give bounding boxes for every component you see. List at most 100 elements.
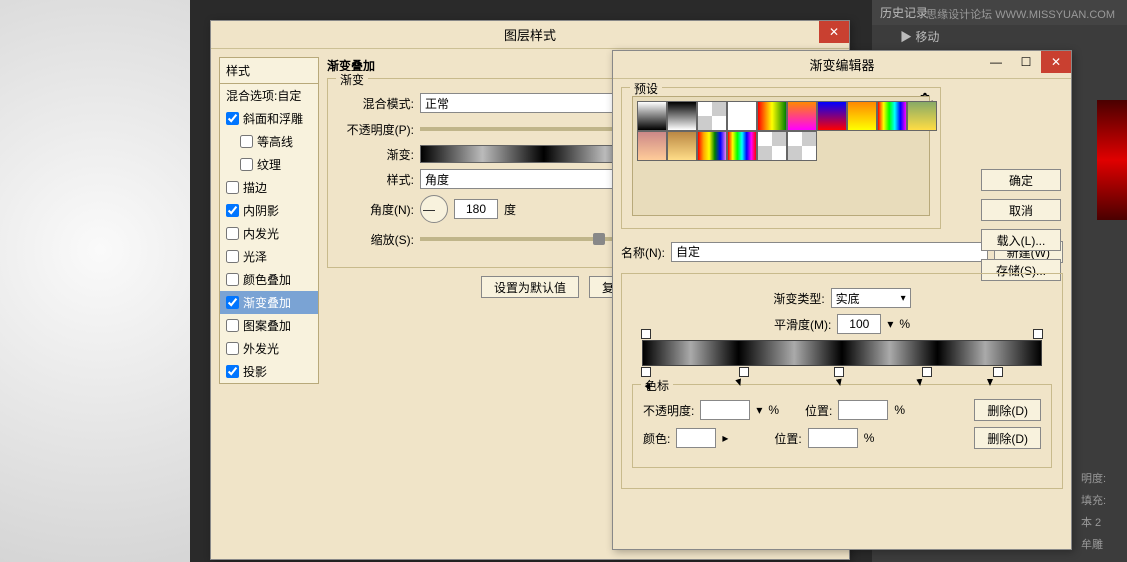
angle-dial[interactable]	[420, 195, 448, 223]
preset-swatch[interactable]	[817, 101, 847, 131]
gradient-editor-dialog: 渐变编辑器 — ☐ ✕ 预设 ✿. 确定 取消 载入(L)... 存储(S)..…	[612, 50, 1072, 550]
maximize-button[interactable]: ☐	[1011, 51, 1041, 73]
style-checkbox[interactable]	[226, 273, 239, 286]
color-stop[interactable]	[922, 367, 932, 377]
preset-swatch[interactable]	[847, 101, 877, 131]
stop-pos-value[interactable]	[838, 400, 888, 420]
preset-swatch[interactable]	[697, 101, 727, 131]
angle-unit: 度	[504, 201, 516, 218]
close-button[interactable]: ✕	[819, 21, 849, 43]
ok-button[interactable]: 确定	[981, 169, 1061, 191]
style-checkbox[interactable]	[226, 250, 239, 263]
pct: %	[894, 403, 905, 417]
style-checkbox[interactable]	[226, 296, 239, 309]
presets-label: 预设	[630, 80, 662, 97]
stop-pos-value[interactable]	[808, 428, 858, 448]
delete-stop-button[interactable]: 删除(D)	[974, 399, 1041, 421]
group-title: 渐变	[336, 71, 368, 88]
style-item-渐变叠加[interactable]: 渐变叠加	[220, 291, 318, 314]
blend-mode-label: 混合模式:	[338, 95, 414, 112]
scale-label: 缩放(S):	[338, 231, 414, 248]
preset-swatch[interactable]	[637, 101, 667, 131]
pos-label: 位置:	[774, 430, 801, 447]
smooth-unit: %	[899, 317, 910, 331]
name-input[interactable]: 自定	[671, 242, 988, 262]
style-checkbox[interactable]	[226, 342, 239, 355]
effect-name: 牟雕	[1081, 536, 1123, 552]
style-item-图案叠加[interactable]: 图案叠加	[220, 314, 318, 337]
style-item-描边[interactable]: 描边	[220, 176, 318, 199]
color-stop[interactable]	[993, 367, 1003, 377]
type-combo[interactable]: 实底	[831, 288, 911, 308]
load-button[interactable]: 载入(L)...	[981, 229, 1061, 251]
preset-swatch[interactable]	[877, 101, 907, 131]
style-checkbox[interactable]	[226, 365, 239, 378]
preset-swatch[interactable]	[637, 131, 667, 161]
gradient-bar[interactable]	[642, 340, 1042, 366]
canvas-area	[0, 0, 190, 562]
pos-label: 位置:	[805, 402, 832, 419]
preset-swatch[interactable]	[787, 101, 817, 131]
history-item[interactable]: ▶ 移动	[872, 25, 1127, 48]
set-default-button[interactable]: 设置为默认值	[481, 276, 579, 298]
minimize-button[interactable]: —	[981, 51, 1011, 73]
opacity-label: 不透明度(P):	[338, 121, 414, 138]
style-item-投影[interactable]: 投影	[220, 360, 318, 383]
style-label: 样式:	[338, 171, 414, 188]
color-swatch-strip	[1097, 100, 1127, 220]
smooth-value[interactable]: 100	[837, 314, 881, 334]
preset-swatch[interactable]	[757, 131, 787, 161]
style-item-纹理[interactable]: 纹理	[220, 153, 318, 176]
pct: %	[864, 431, 875, 445]
color-stop[interactable]	[641, 367, 651, 377]
color-stop[interactable]	[739, 367, 749, 377]
style-item-内发光[interactable]: 内发光	[220, 222, 318, 245]
preset-swatch[interactable]	[697, 131, 727, 161]
style-item-外发光[interactable]: 外发光	[220, 337, 318, 360]
preset-swatch[interactable]	[667, 131, 697, 161]
styles-list: 样式 混合选项:自定 斜面和浮雕等高线纹理描边内阴影内发光光泽颜色叠加渐变叠加图…	[219, 57, 319, 384]
stops-title: 色标	[641, 377, 673, 394]
style-item-内阴影[interactable]: 内阴影	[220, 199, 318, 222]
titlebar[interactable]: 渐变编辑器 — ☐ ✕	[613, 51, 1071, 79]
titlebar[interactable]: 图层样式 ✕	[211, 21, 849, 49]
fill-label: 填充:	[1081, 492, 1123, 508]
style-item-光泽[interactable]: 光泽	[220, 245, 318, 268]
angle-value[interactable]: 180	[454, 199, 498, 219]
style-checkbox[interactable]	[226, 227, 239, 240]
stop-opacity-value[interactable]	[700, 400, 750, 420]
smooth-dropdown-icon[interactable]: ▾	[887, 317, 893, 331]
preset-swatch[interactable]	[727, 101, 757, 131]
stop-color-swatch[interactable]	[676, 428, 716, 448]
style-checkbox[interactable]	[226, 112, 239, 125]
color-stop[interactable]	[834, 367, 844, 377]
dialog-title: 图层样式	[504, 25, 556, 44]
style-checkbox[interactable]	[226, 181, 239, 194]
style-checkbox[interactable]	[240, 135, 253, 148]
watermark: 思缘设计论坛 WWW.MISSYUAN.COM	[926, 6, 1115, 22]
dialog-title: 渐变编辑器	[809, 55, 874, 74]
layer-name[interactable]: 本 2	[1081, 514, 1123, 530]
style-checkbox[interactable]	[226, 204, 239, 217]
gradient-label: 渐变:	[338, 146, 414, 163]
type-label: 渐变类型:	[773, 290, 824, 307]
opacity-stop[interactable]	[1033, 329, 1043, 339]
style-checkbox[interactable]	[240, 158, 253, 171]
preset-swatch[interactable]	[907, 101, 937, 131]
opacity-stop[interactable]	[641, 329, 651, 339]
close-button[interactable]: ✕	[1041, 51, 1071, 73]
style-item-颜色叠加[interactable]: 颜色叠加	[220, 268, 318, 291]
presets-area	[632, 96, 930, 216]
preset-swatch[interactable]	[667, 101, 697, 131]
blend-options[interactable]: 混合选项:自定	[220, 84, 318, 107]
name-label: 名称(N):	[621, 244, 665, 261]
preset-swatch[interactable]	[727, 131, 757, 161]
style-checkbox[interactable]	[226, 319, 239, 332]
style-item-斜面和浮雕[interactable]: 斜面和浮雕	[220, 107, 318, 130]
styles-header: 样式	[220, 58, 318, 84]
preset-swatch[interactable]	[787, 131, 817, 161]
delete-stop-button[interactable]: 删除(D)	[974, 427, 1041, 449]
preset-swatch[interactable]	[757, 101, 787, 131]
cancel-button[interactable]: 取消	[981, 199, 1061, 221]
style-item-等高线[interactable]: 等高线	[220, 130, 318, 153]
